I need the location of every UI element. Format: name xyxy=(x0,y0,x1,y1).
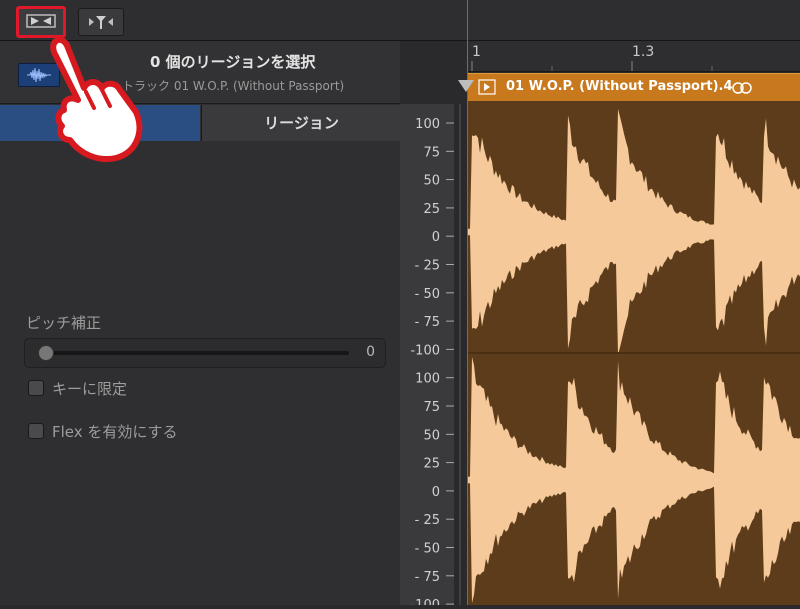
scale-label: 100 xyxy=(415,117,440,132)
scale-label: 100 xyxy=(415,372,440,387)
amplitude-scale: 100 75 50 25 0 - 25 - 50 - 75 -100 100 75 50 25 0 - 25… xyxy=(400,104,454,605)
scale-label: 25 xyxy=(423,457,440,472)
enable-flex-option[interactable]: Flex を有効にする xyxy=(28,421,178,442)
scale-label: -100 xyxy=(410,598,440,605)
audio-waveform xyxy=(468,109,800,603)
scale-label: 75 xyxy=(423,400,440,415)
timeline-ruler[interactable]: 1 1.3 xyxy=(468,41,800,72)
limit-to-key-label: キーに限定 xyxy=(52,380,128,398)
scale-label: -100 xyxy=(410,343,440,358)
scale-label: - 25 xyxy=(415,513,440,528)
slider-knob[interactable] xyxy=(38,345,54,361)
playhead-marker[interactable] xyxy=(458,80,474,92)
enable-flex-label: Flex を有効にする xyxy=(52,423,178,441)
selection-title: 0 個のリージョンを選択 xyxy=(150,53,316,71)
waveform-left-edge xyxy=(454,104,467,605)
track-name: トラック 01 W.O.P. (Without Passport) xyxy=(122,79,345,93)
scale-label: 75 xyxy=(423,145,440,160)
scale-label: 0 xyxy=(432,230,440,245)
scale-label: 25 xyxy=(423,202,440,217)
tab-region[interactable]: リージョン xyxy=(201,105,401,141)
loop-icon xyxy=(732,82,752,94)
amplitude-scale-ticks: 100 75 50 25 0 - 25 - 50 - 75 -100 100 75 50 25 0 - 25… xyxy=(410,117,454,605)
slider-track xyxy=(43,351,349,355)
scale-label: 50 xyxy=(423,174,440,189)
pitch-correction-label: ピッチ補正 xyxy=(26,314,102,332)
region-name: 01 W.O.P. (Without Passport).4 xyxy=(506,79,733,94)
scale-label: - 75 xyxy=(415,315,440,330)
scale-label: - 50 xyxy=(415,287,440,302)
region-title-bar[interactable]: 01 W.O.P. (Without Passport).4 xyxy=(468,73,800,102)
scale-label: - 25 xyxy=(415,259,440,274)
pointing-hand-icon xyxy=(50,36,143,162)
scale-label: 0 xyxy=(432,485,440,500)
pitch-correction-value: 0 xyxy=(366,344,375,360)
region-play-icon xyxy=(478,79,496,95)
limit-to-key-option[interactable]: キーに限定 xyxy=(28,378,127,399)
limit-to-key-checkbox[interactable] xyxy=(28,380,44,396)
waveform-editor[interactable] xyxy=(468,101,800,605)
enable-flex-checkbox[interactable] xyxy=(28,423,44,439)
scale-label: 50 xyxy=(423,428,440,443)
scale-label: - 50 xyxy=(415,542,440,557)
scale-label: - 75 xyxy=(415,570,440,585)
pitch-correction-slider[interactable]: 0 xyxy=(24,338,386,368)
